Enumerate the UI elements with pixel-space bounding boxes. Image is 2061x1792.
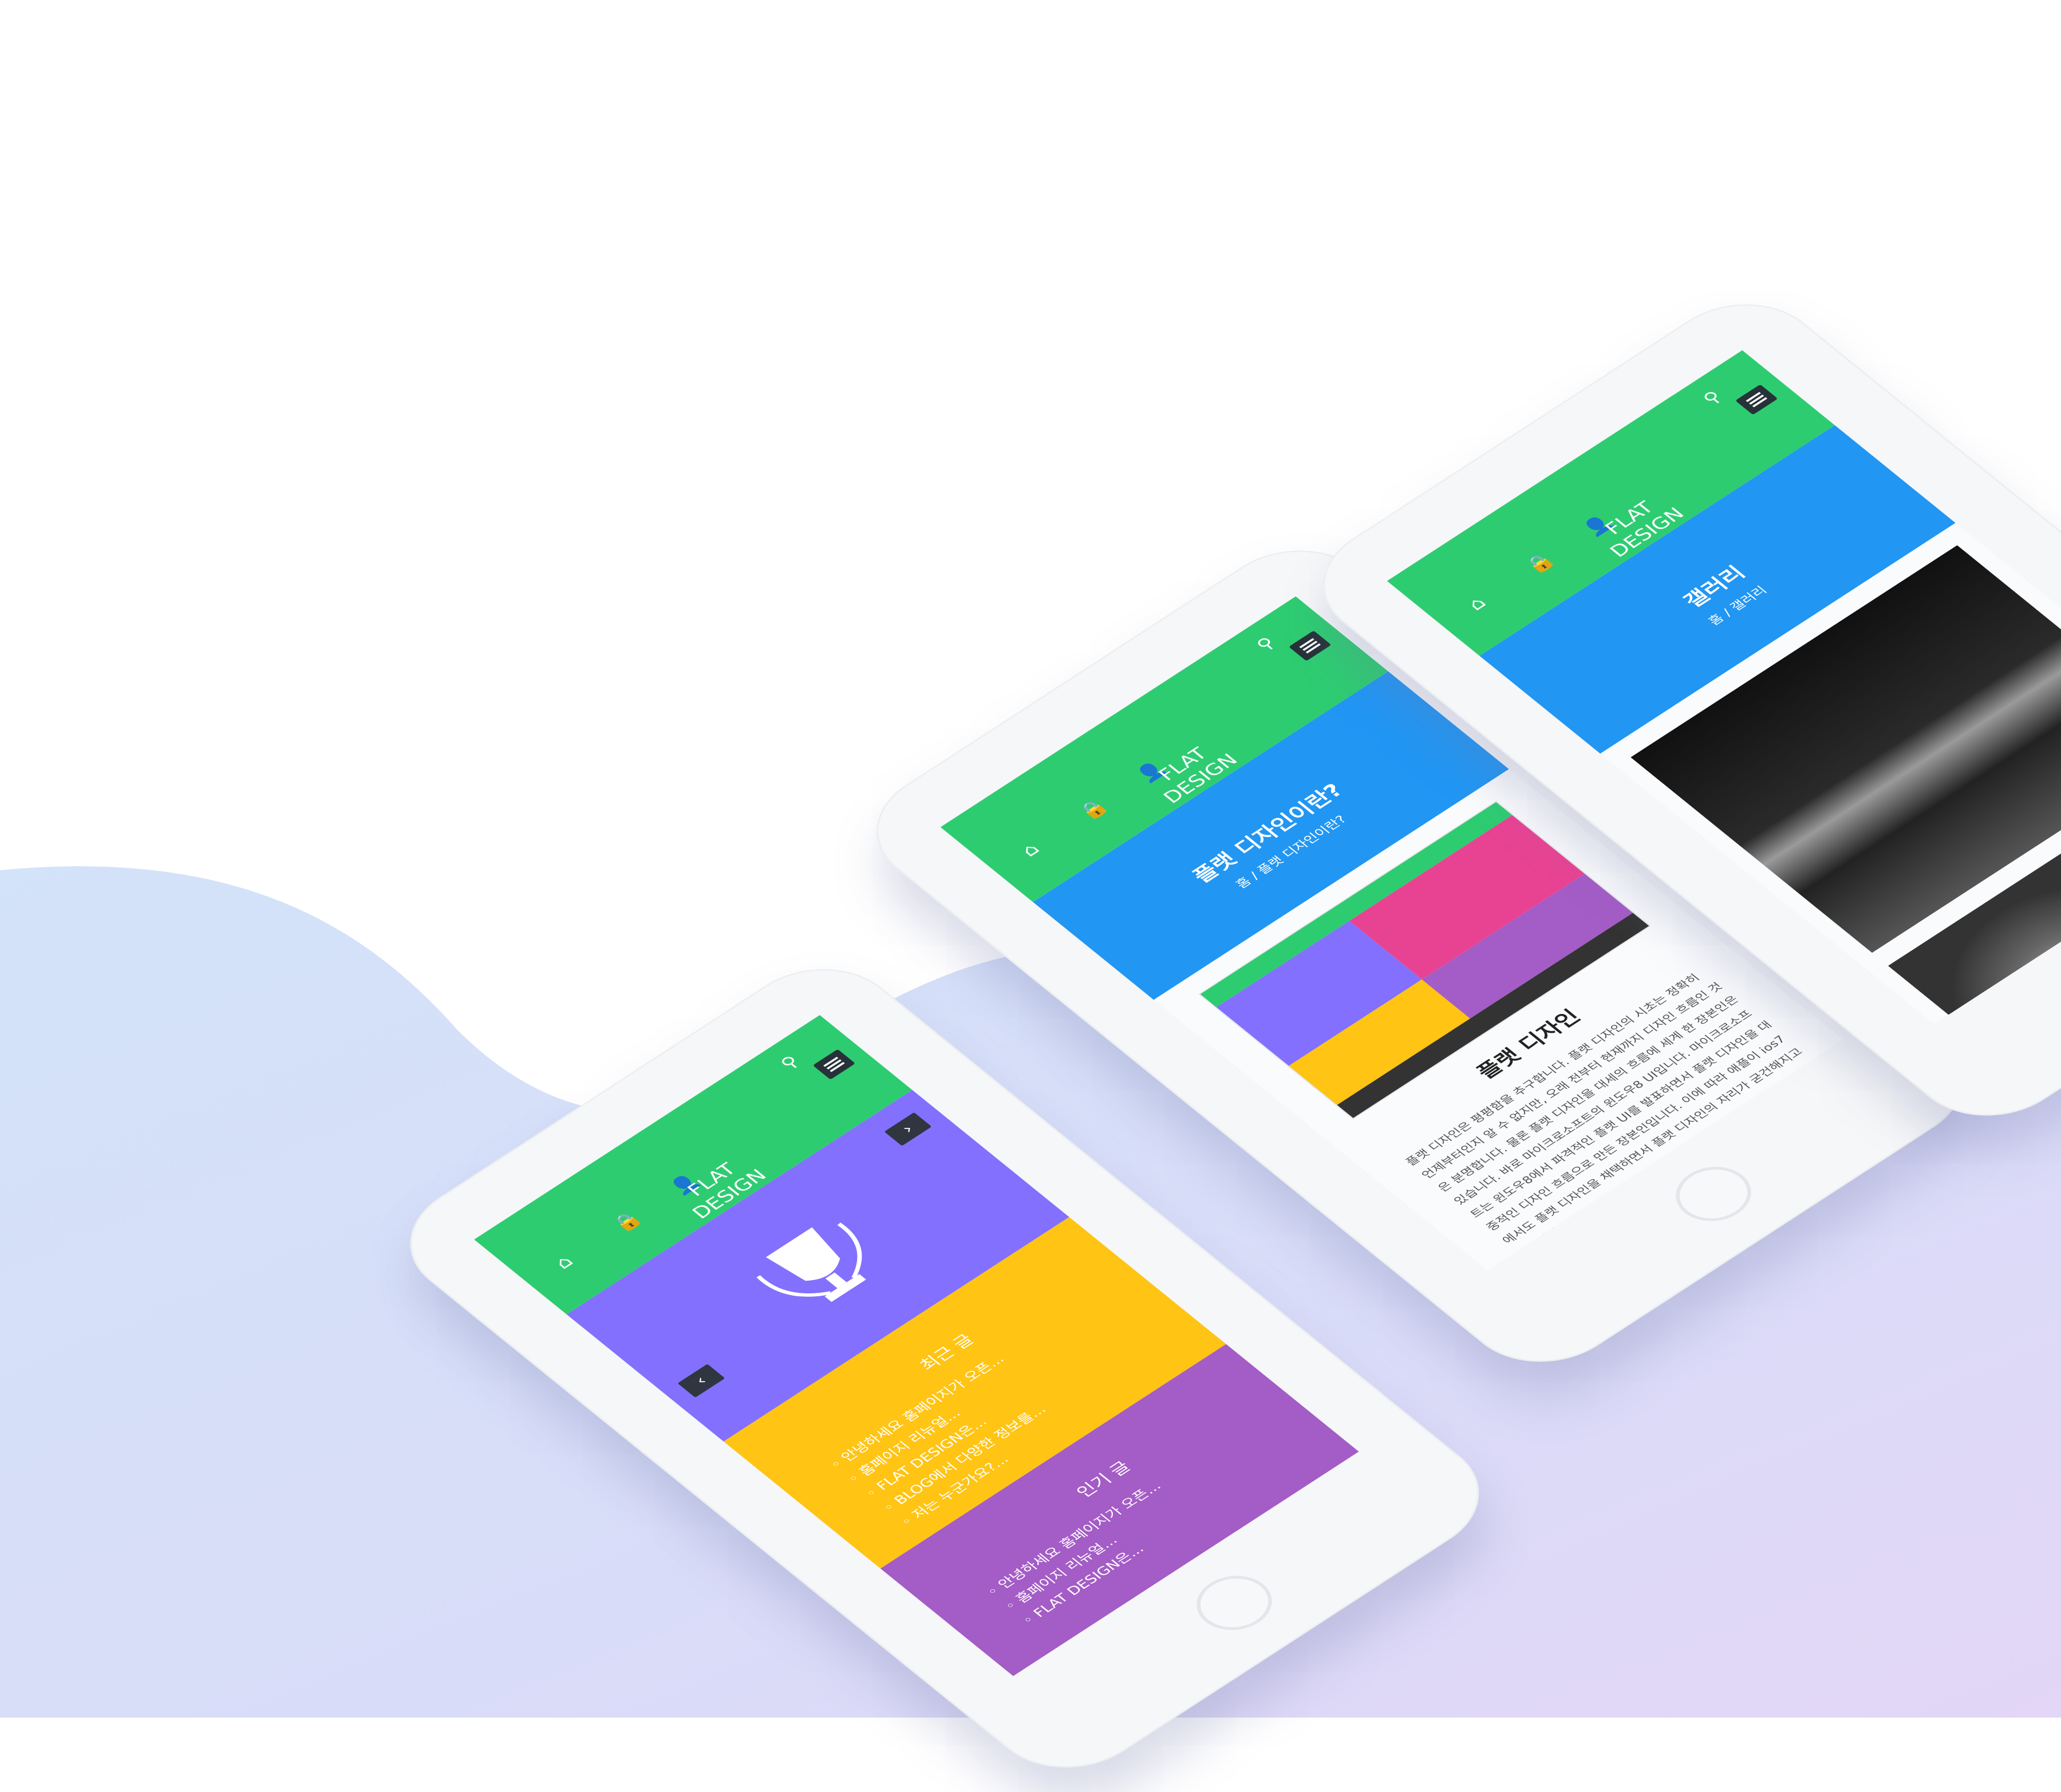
- search-icon[interactable]: ⚲: [1252, 634, 1280, 654]
- lock-icon[interactable]: 🔒: [1075, 795, 1112, 823]
- slider-prev-button[interactable]: ‹: [677, 1364, 725, 1398]
- search-icon[interactable]: ⚲: [1699, 388, 1727, 408]
- search-icon[interactable]: ⚲: [776, 1052, 804, 1073]
- slider-next-button[interactable]: ›: [884, 1112, 932, 1146]
- phone-home-button[interactable]: [1181, 1564, 1288, 1641]
- phone-home-button[interactable]: [1660, 1155, 1767, 1233]
- home-icon[interactable]: ⌂: [550, 1252, 578, 1273]
- lock-icon[interactable]: 🔒: [608, 1208, 646, 1236]
- menu-button[interactable]: [1735, 384, 1778, 415]
- menu-button[interactable]: [812, 1049, 856, 1080]
- menu-button[interactable]: [1288, 630, 1332, 661]
- trophy-icon: [756, 1222, 866, 1302]
- home-icon[interactable]: ⌂: [1017, 840, 1044, 861]
- home-icon[interactable]: ⌂: [1463, 594, 1491, 614]
- lock-icon[interactable]: 🔒: [1521, 549, 1559, 577]
